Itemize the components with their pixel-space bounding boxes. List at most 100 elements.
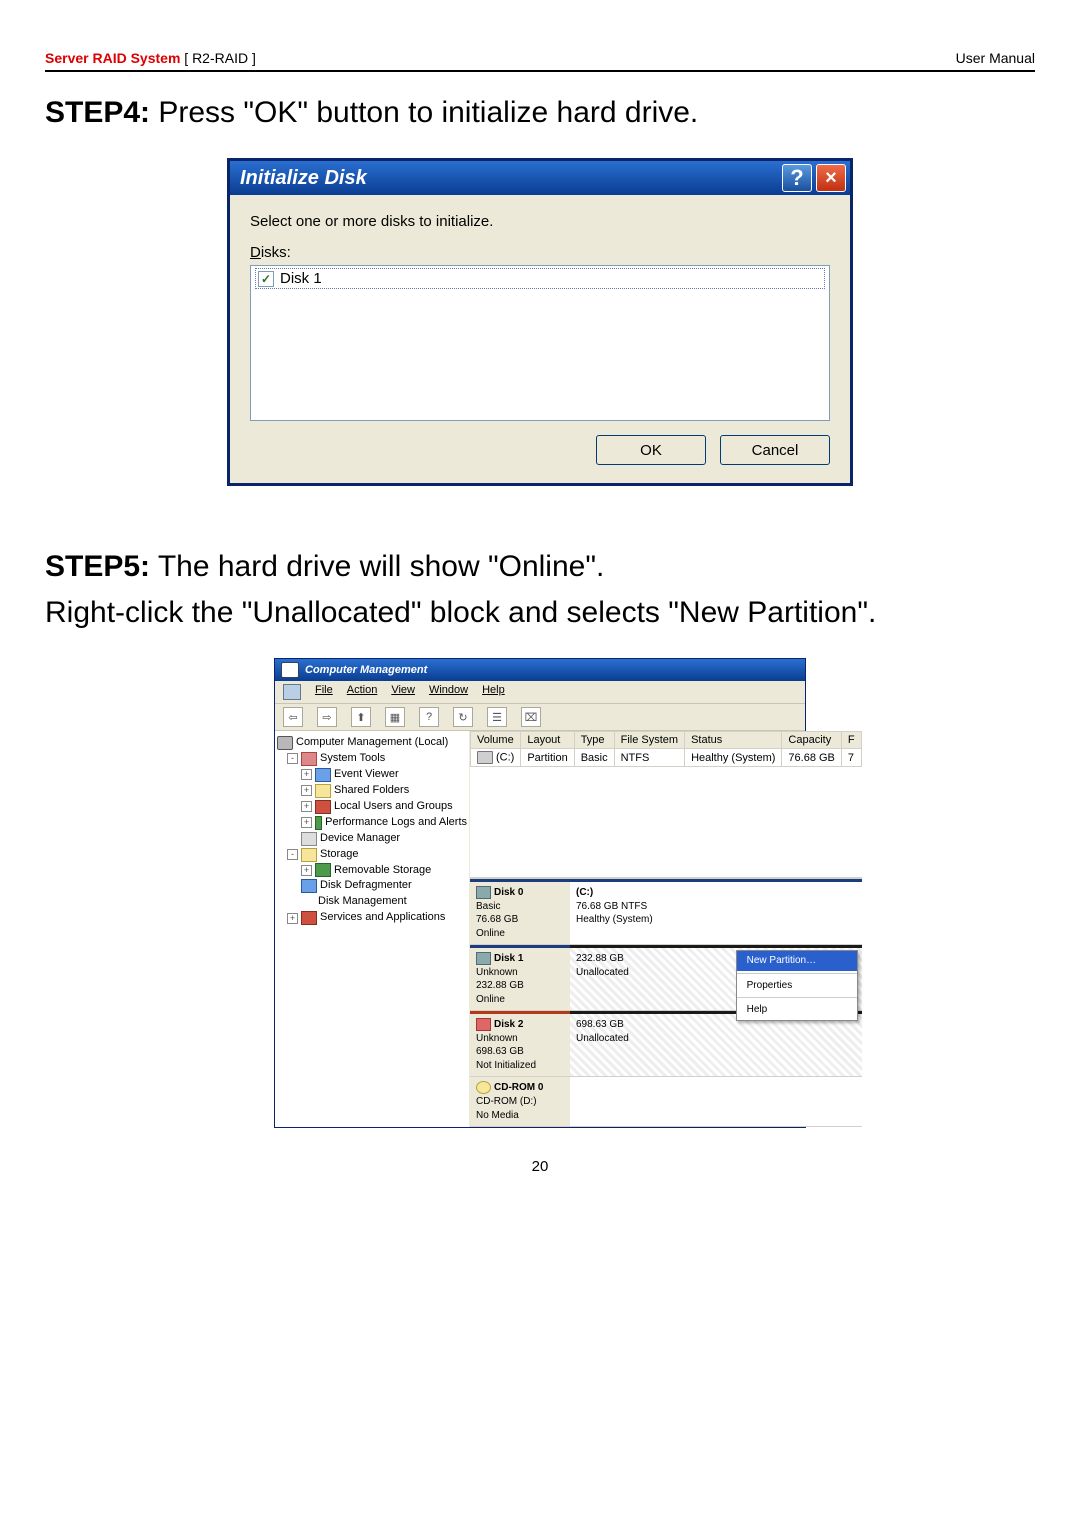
dialog-title: Initialize Disk [240,167,778,190]
volume-icon [477,751,493,764]
local-users-icon [315,800,331,814]
cdrom-header[interactable]: CD-ROM 0 CD-ROM (D:) No Media [470,1077,570,1126]
disk1-name: Disk 1 [494,953,523,964]
cell-capacity: 76.68 GB [782,749,841,767]
col-capacity[interactable]: Capacity [782,732,841,749]
menu-properties[interactable]: Properties [737,976,857,996]
cell-volume: (C:) [471,749,521,767]
col-volume[interactable]: Volume [471,732,521,749]
tree-disk-management-label: Disk Management [318,894,407,910]
toolbar-forward-icon[interactable]: ⇨ [317,707,337,727]
toolbar-help-icon[interactable]: ? [419,707,439,727]
disk0-vol-status: Healthy (System) [576,913,856,927]
cell-tail: 7 [841,749,861,767]
tree-disk-management[interactable]: Disk Management [277,894,467,910]
cm-toolbar: ⇦ ⇨ ⬆ ▦ ? ↻ ☰ ⌧ [275,704,805,731]
tree-services[interactable]: +Services and Applications [277,910,467,926]
storage-icon [301,848,317,862]
toolbar-view-icon[interactable]: ▦ [385,707,405,727]
removable-storage-icon [315,863,331,877]
menu-file[interactable]: File [315,684,333,700]
toolbar-up-icon[interactable]: ⬆ [351,707,371,727]
disk1-row: Disk 1 Unknown 232.88 GB Online 232.88 G… [470,945,862,1011]
tree-system-tools-label: System Tools [320,751,385,767]
cell-volume-label: (C:) [496,751,514,763]
col-filesystem[interactable]: File System [614,732,684,749]
col-type[interactable]: Type [574,732,614,749]
menu-separator [737,997,857,998]
cdrom-icon [476,1081,491,1094]
close-button[interactable]: × [816,164,846,192]
disk0-partition[interactable]: (C:) 76.68 GB NTFS Healthy (System) [570,879,862,944]
menu-separator [737,973,857,974]
toolbar-list-icon[interactable]: ☰ [487,707,507,727]
tree-toggle-icon[interactable]: + [301,865,312,876]
disk2-unallocated[interactable]: 698.63 GB Unallocated [570,1011,862,1076]
perf-icon [315,816,322,830]
tree-perf[interactable]: +Performance Logs and Alerts [277,815,467,831]
tree-toggle-icon[interactable]: + [301,817,312,828]
disk-name: Disk 1 [280,270,322,287]
disk2-vol-status: Unallocated [576,1032,856,1046]
col-layout[interactable]: Layout [521,732,574,749]
tree-local-users-label: Local Users and Groups [334,799,453,815]
toolbar-refresh-icon[interactable]: ↻ [453,707,473,727]
tree-shared-folders[interactable]: +Shared Folders [277,783,467,799]
tree-dev-mgr[interactable]: Device Manager [277,831,467,847]
col-status[interactable]: Status [685,732,782,749]
cell-layout: Partition [521,749,574,767]
context-menu: New Partition… Properties Help [736,950,858,1021]
dialog-titlebar: Initialize Disk ? × [230,161,850,195]
tree-removable-storage[interactable]: +Removable Storage [277,863,467,879]
volume-list-spacer [470,767,862,878]
disks-listbox[interactable]: ✓ Disk 1 [250,265,830,421]
tree-toggle-icon[interactable]: + [287,913,298,924]
ok-button[interactable]: OK [596,435,706,465]
tree-defrag[interactable]: Disk Defragmenter [277,878,467,894]
disks-label-underline: D [250,244,261,261]
tree-event-viewer[interactable]: +Event Viewer [277,767,467,783]
volume-row[interactable]: (C:) Partition Basic NTFS Healthy (Syste… [471,749,862,767]
tree-toggle-icon[interactable]: - [287,753,298,764]
tree-root[interactable]: Computer Management (Local) [277,735,467,751]
tree-storage[interactable]: -Storage [277,847,467,863]
page-number: 20 [45,1158,1035,1175]
tree-toggle-icon[interactable]: + [301,801,312,812]
disk0-name: Disk 0 [494,887,523,898]
dialog-actions: OK Cancel [230,435,850,483]
header-left: Server RAID System [ R2-RAID ] [45,50,256,66]
tree-system-tools[interactable]: - System Tools [277,751,467,767]
disk-checkbox[interactable]: ✓ [258,271,274,287]
tree-toggle-icon[interactable]: + [301,785,312,796]
tree-local-users[interactable]: + Local Users and Groups [277,799,467,815]
cdrom-state: No Media [476,1109,564,1123]
disk-icon [476,886,491,899]
menu-window[interactable]: Window [429,684,468,700]
menu-view[interactable]: View [391,684,415,700]
initialize-disk-dialog: Initialize Disk ? × Select one or more d… [227,158,853,486]
disk2-header[interactable]: Disk 2 Unknown 698.63 GB Not Initialized [470,1011,570,1076]
menu-help-label: Help [482,684,505,696]
disk1-unallocated[interactable]: 232.88 GB Unallocated New Partition… Pro… [570,945,862,1010]
toolbar-back-icon[interactable]: ⇦ [283,707,303,727]
cancel-button[interactable]: Cancel [720,435,830,465]
shared-folders-icon [315,784,331,798]
help-button[interactable]: ? [782,164,812,192]
tree-toggle-icon[interactable]: - [287,849,298,860]
instruction-text: Select one or more disks to initialize. [250,213,830,230]
cell-status: Healthy (System) [685,749,782,767]
col-tail[interactable]: F [841,732,861,749]
tree-toggle-icon[interactable]: + [301,769,312,780]
tree-root-label: Computer Management (Local) [296,735,448,751]
menu-new-partition[interactable]: New Partition… [737,951,857,971]
menu-help[interactable]: Help [482,684,505,700]
menu-help[interactable]: Help [737,1000,857,1020]
toolbar-misc-icon[interactable]: ⌧ [521,707,541,727]
cm-icon [281,662,299,678]
cm-tree: Computer Management (Local) - System Tool… [275,731,470,1127]
disk1-header[interactable]: Disk 1 Unknown 232.88 GB Online [470,945,570,1010]
disk-list-item[interactable]: ✓ Disk 1 [255,268,825,289]
disk0-header[interactable]: Disk 0 Basic 76.68 GB Online [470,879,570,944]
cdrom-body [570,1077,862,1126]
menu-action[interactable]: Action [347,684,378,700]
